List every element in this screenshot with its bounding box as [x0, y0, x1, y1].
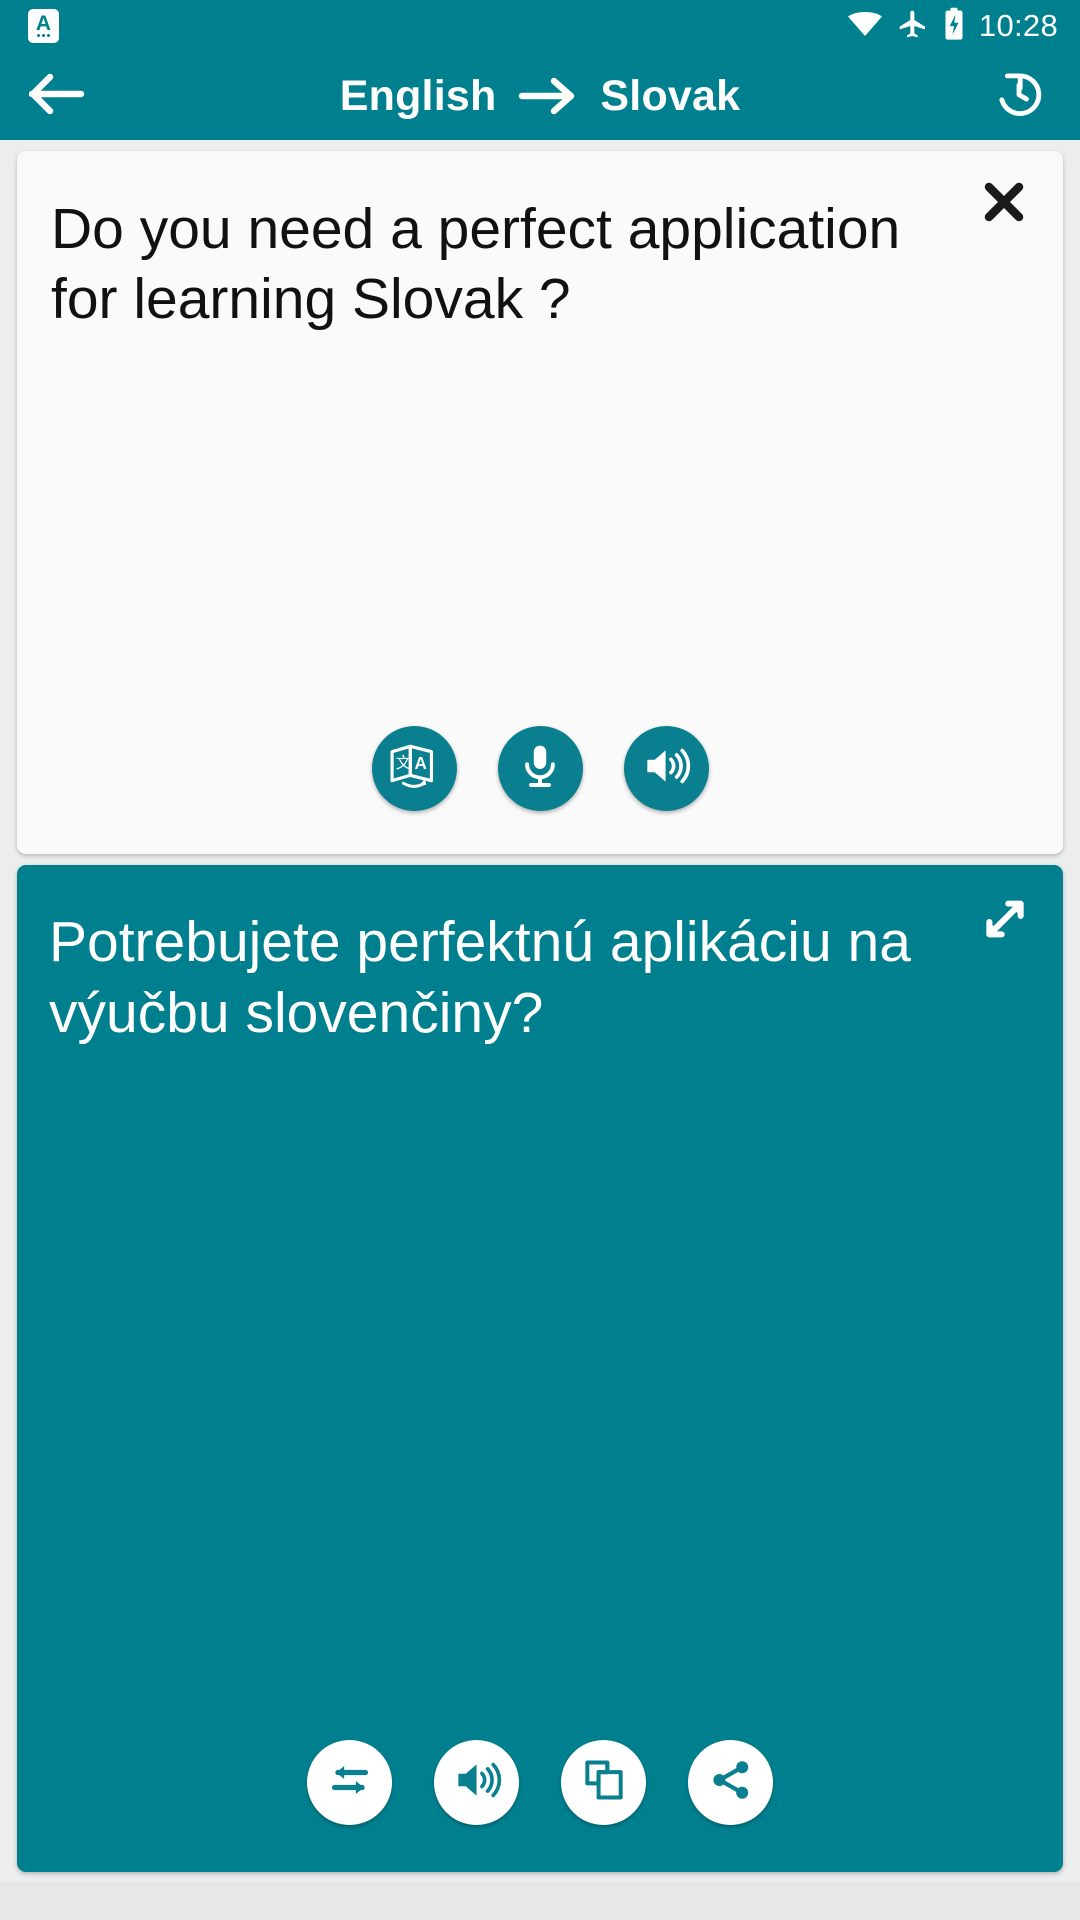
notification-letter: A — [35, 12, 52, 35]
app-bar: English Slovak — [0, 52, 1080, 140]
swap-languages-button[interactable] — [307, 1740, 392, 1825]
speaker-icon — [451, 1754, 503, 1811]
microphone-button[interactable] — [497, 726, 583, 811]
status-bar-clock: 10:28 — [978, 8, 1058, 43]
source-text-card[interactable]: Do you need a perfect application for le… — [17, 151, 1063, 854]
share-icon — [707, 1756, 755, 1809]
translation-card[interactable]: Potrebujete perfektnú aplikáciu na výučb… — [17, 865, 1063, 1872]
copy-icon — [579, 1755, 629, 1810]
translate-button[interactable]: 文 A — [371, 726, 457, 811]
status-bar-system-icons: 10:28 — [847, 7, 1058, 46]
speaker-icon — [640, 740, 692, 797]
clear-source-button[interactable] — [971, 171, 1037, 237]
back-button[interactable] — [26, 65, 88, 127]
copy-button[interactable] — [561, 1740, 646, 1825]
app-screen: A 10:28 English Slovak Do you need a per… — [0, 0, 1080, 1920]
translated-text[interactable]: Potrebujete perfektnú aplikáciu na výučb… — [17, 865, 1063, 1048]
translation-content: Do you need a perfect application for le… — [0, 140, 1080, 1882]
target-language-label: Slovak — [600, 71, 741, 120]
swap-arrows-icon — [325, 1755, 375, 1810]
bottom-nav-strip — [0, 1882, 1080, 1920]
status-bar-notifications: A — [28, 9, 59, 43]
language-pair-title: English Slovak — [0, 72, 1080, 121]
translate-icon: 文 A — [388, 740, 440, 797]
source-action-bar: 文 A — [17, 726, 1063, 854]
notification-dots — [37, 34, 50, 37]
source-language-label: English — [339, 71, 497, 120]
status-bar: A 10:28 — [0, 0, 1080, 52]
speak-translation-button[interactable] — [434, 1740, 519, 1825]
back-arrow-icon — [28, 71, 85, 122]
microphone-icon — [515, 741, 565, 796]
arrow-right-icon — [518, 76, 578, 116]
source-text[interactable]: Do you need a perfect application for le… — [17, 151, 1063, 334]
svg-text:文: 文 — [396, 754, 411, 772]
airplane-mode-icon — [897, 8, 929, 45]
expand-fullscreen-icon — [977, 891, 1033, 952]
expand-translation-button[interactable] — [971, 887, 1039, 955]
history-icon — [990, 65, 1048, 128]
app-letter-a-icon: A — [28, 9, 59, 43]
battery-charging-icon — [943, 7, 965, 46]
close-icon — [981, 179, 1027, 230]
share-button[interactable] — [688, 1740, 773, 1825]
wifi-icon — [847, 10, 883, 43]
history-button[interactable] — [988, 65, 1050, 127]
translation-action-bar — [17, 1740, 1063, 1872]
svg-text:A: A — [415, 754, 427, 773]
speak-source-button[interactable] — [623, 726, 709, 811]
